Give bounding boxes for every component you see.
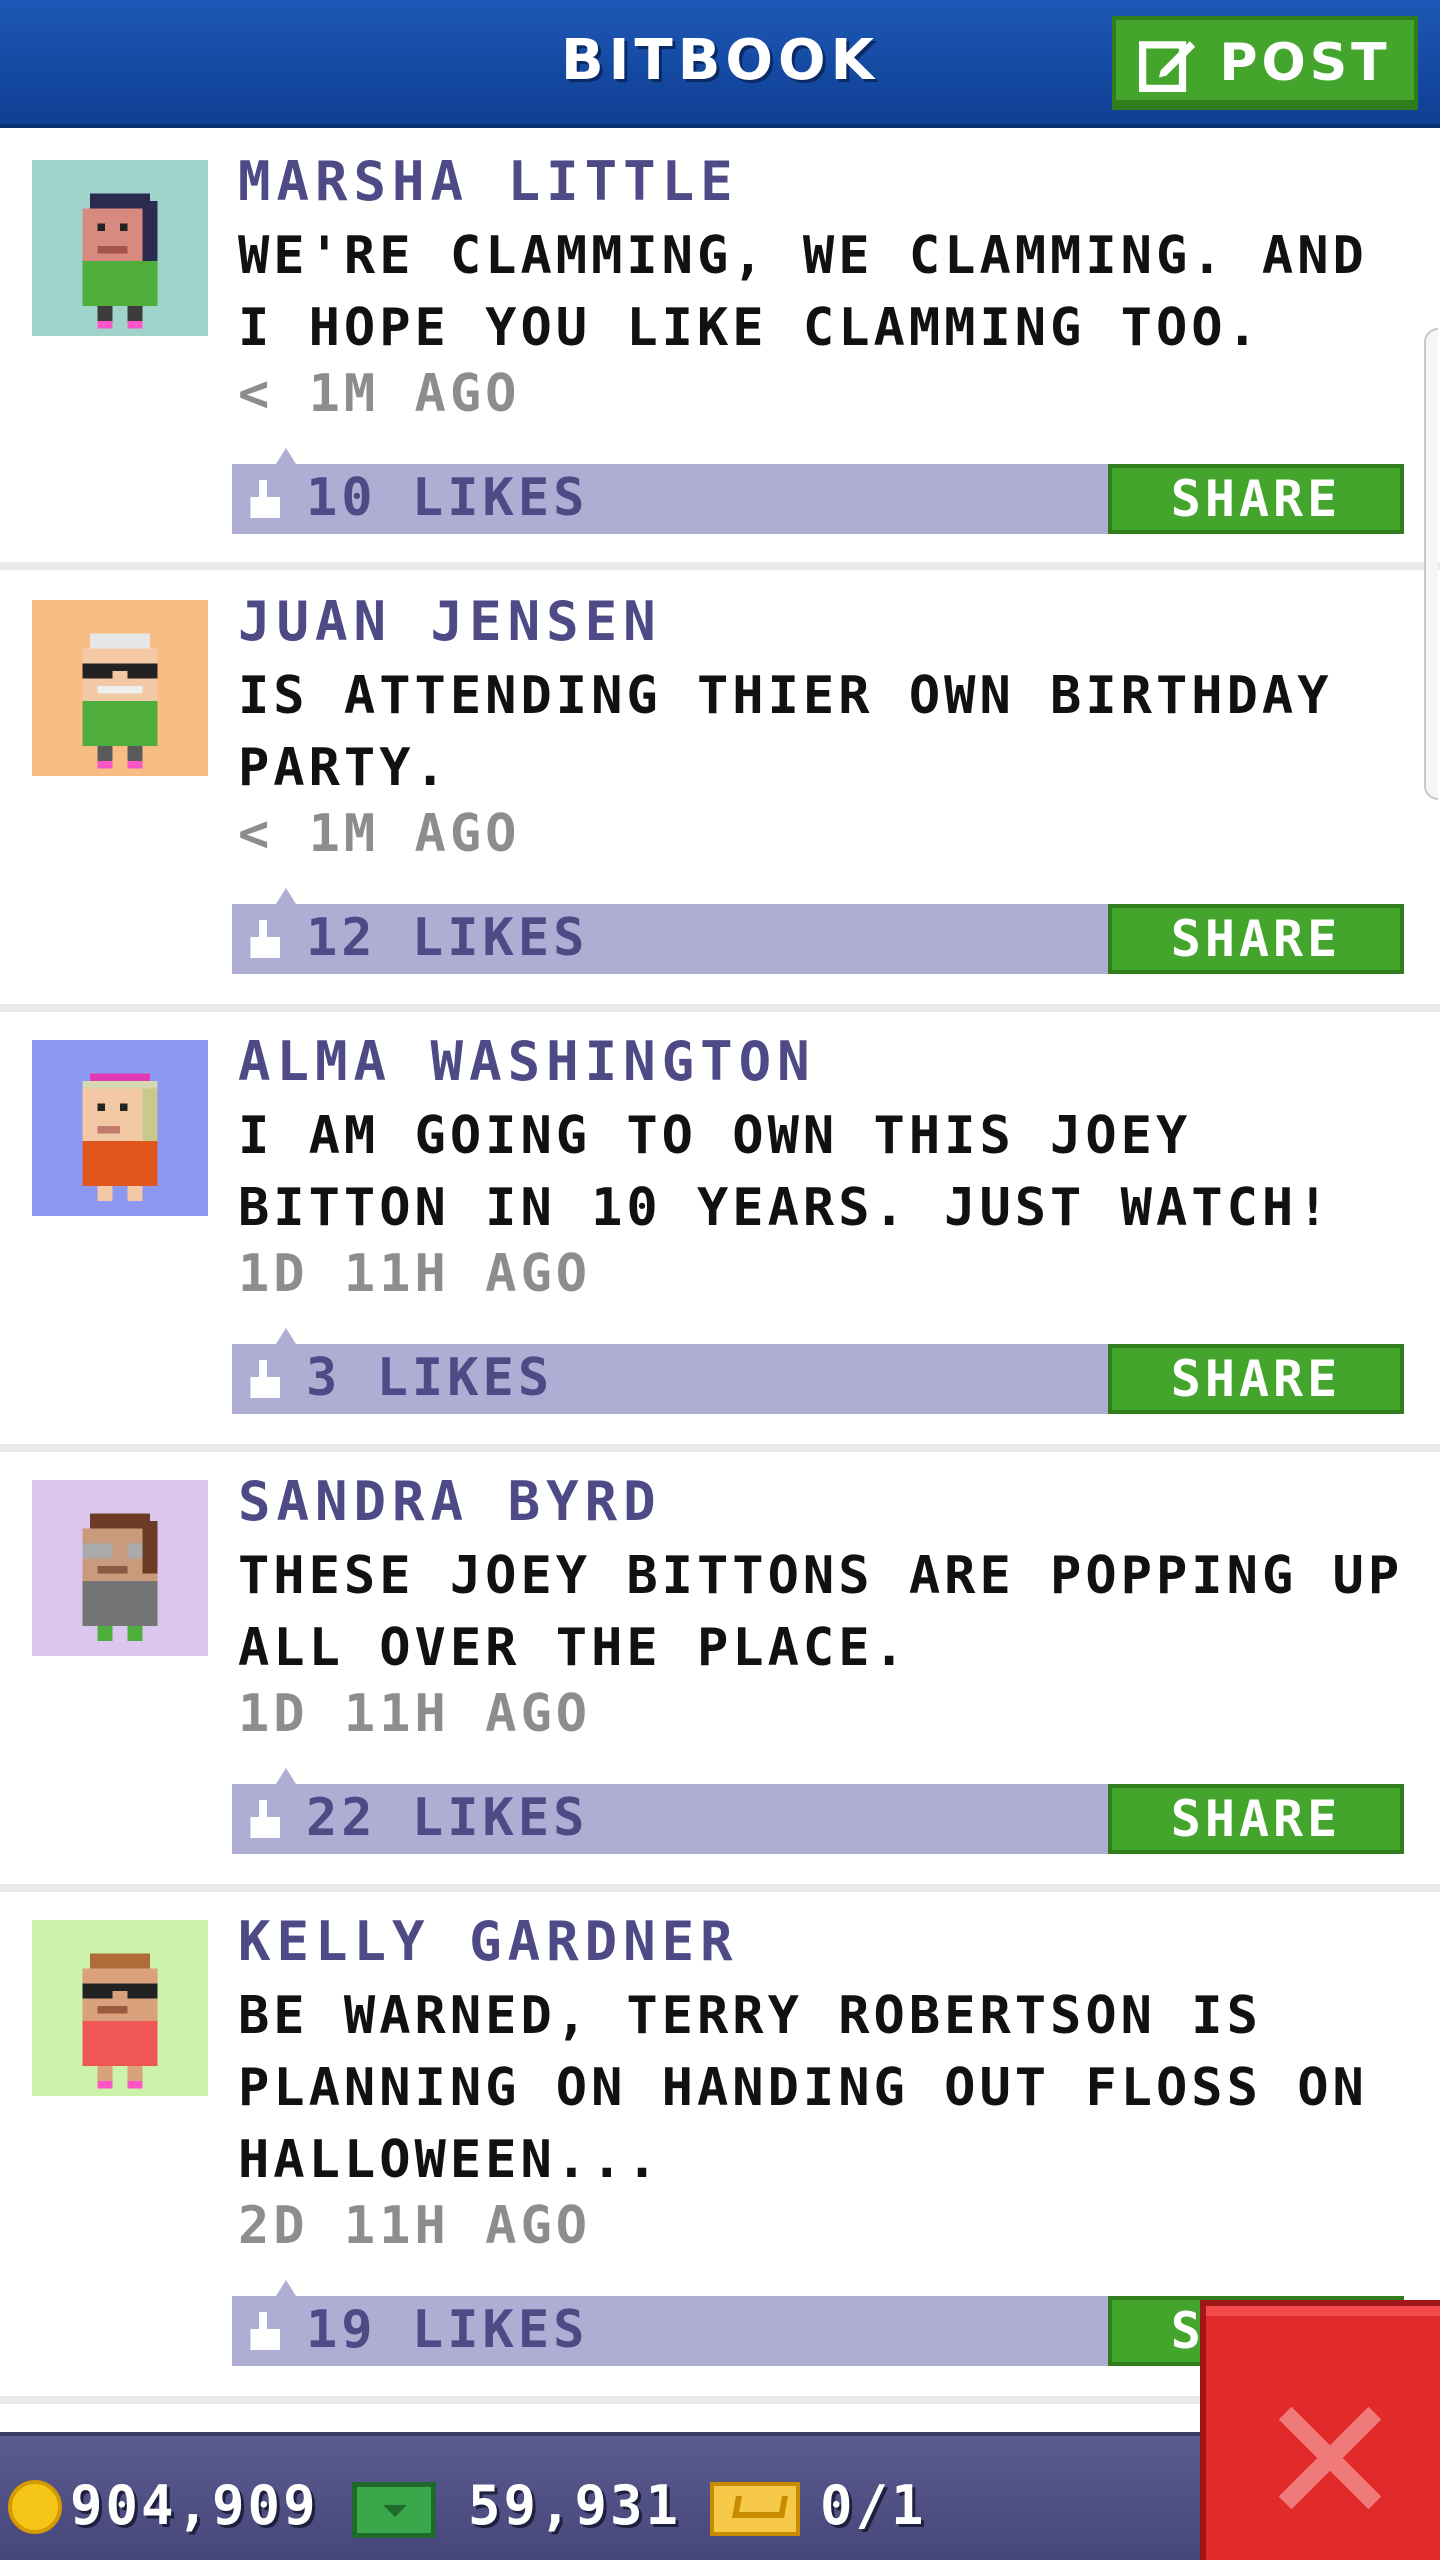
post-marsha-little: MARSHA LITTLE WE'RE CLAMMING, WE CLAMMIN…: [0, 132, 1440, 570]
like-bar[interactable]: 3 LIKES SHARE: [232, 1328, 1404, 1414]
post-text: I AM GOING TO OWN THIS JOEY BITTON IN 10…: [238, 1106, 1333, 1238]
poster-name[interactable]: KELLY GARDNER: [238, 1910, 739, 1973]
coins-count: 904,909: [70, 2474, 319, 2537]
post-button[interactable]: POST: [1112, 16, 1418, 110]
post-time: 2D 11H AGO: [238, 2196, 592, 2256]
share-button[interactable]: SHARE: [1108, 1344, 1404, 1414]
poster-name[interactable]: JUAN JENSEN: [238, 590, 662, 653]
post-time: < 1M AGO: [238, 804, 521, 864]
thumbs-up-icon: [250, 920, 280, 958]
post-juan-jensen: JUAN JENSEN IS ATTENDING THIER OWN BIRTH…: [0, 572, 1440, 1012]
post-time: 1D 11H AGO: [238, 1244, 592, 1304]
post-time: 1D 11H AGO: [238, 1684, 592, 1744]
poster-name[interactable]: ALMA WASHINGTON: [238, 1030, 816, 1093]
like-count: 19 LIKES: [306, 2300, 589, 2360]
like-count: 3 LIKES: [306, 1348, 554, 1408]
avatar: [32, 1040, 208, 1216]
post-alma-washington: ALMA WASHINGTON I AM GOING TO OWN THIS J…: [0, 1012, 1440, 1452]
like-count: 22 LIKES: [306, 1788, 589, 1848]
bux-count: 59,931: [468, 2474, 682, 2537]
share-button[interactable]: SHARE: [1108, 464, 1404, 534]
thumbs-up-icon: [250, 1800, 280, 1838]
like-count: 10 LIKES: [306, 468, 589, 528]
post-time: < 1M AGO: [238, 364, 521, 424]
close-icon: [1278, 2406, 1382, 2510]
share-button[interactable]: SHARE: [1108, 1784, 1404, 1854]
like-bar[interactable]: 12 LIKES SHARE: [232, 888, 1404, 974]
poster-name[interactable]: SANDRA BYRD: [238, 1470, 662, 1533]
avatar: [32, 600, 208, 776]
thumbs-up-icon: [250, 1360, 280, 1398]
scrollbar[interactable]: [1424, 328, 1438, 800]
post-label: POST: [1219, 33, 1391, 93]
avatar: [32, 160, 208, 336]
coin-icon: [8, 2480, 62, 2534]
post-text: BE WARNED, TERRY ROBERTSON IS PLANNING O…: [238, 1986, 1368, 2190]
top-bar: BITBOOK POST: [0, 0, 1440, 128]
poster-name[interactable]: MARSHA LITTLE: [238, 150, 739, 213]
like-bar[interactable]: 22 LIKES SHARE: [232, 1768, 1404, 1854]
ticket-icon: [710, 2482, 800, 2536]
tickets-count: 0/1: [820, 2474, 927, 2537]
avatar: [32, 1920, 208, 2096]
thumbs-up-icon: [250, 480, 280, 518]
bux-icon: [352, 2482, 436, 2538]
thumbs-up-icon: [250, 2312, 280, 2350]
compose-icon: [1139, 41, 1196, 92]
share-button[interactable]: SHARE: [1108, 904, 1404, 974]
post-text: THESE JOEY BITTONS ARE POPPING UP ALL OV…: [238, 1546, 1404, 1678]
avatar: [32, 1480, 208, 1656]
like-bar[interactable]: 10 LIKES SHARE: [232, 448, 1404, 534]
post-text: WE'RE CLAMMING, WE CLAMMING. AND I HOPE …: [238, 226, 1368, 358]
post-sandra-byrd: SANDRA BYRD THESE JOEY BITTONS ARE POPPI…: [0, 1452, 1440, 1892]
like-count: 12 LIKES: [306, 908, 589, 968]
close-button[interactable]: [1200, 2300, 1440, 2560]
post-text: IS ATTENDING THIER OWN BIRTHDAY PARTY.: [238, 666, 1333, 798]
